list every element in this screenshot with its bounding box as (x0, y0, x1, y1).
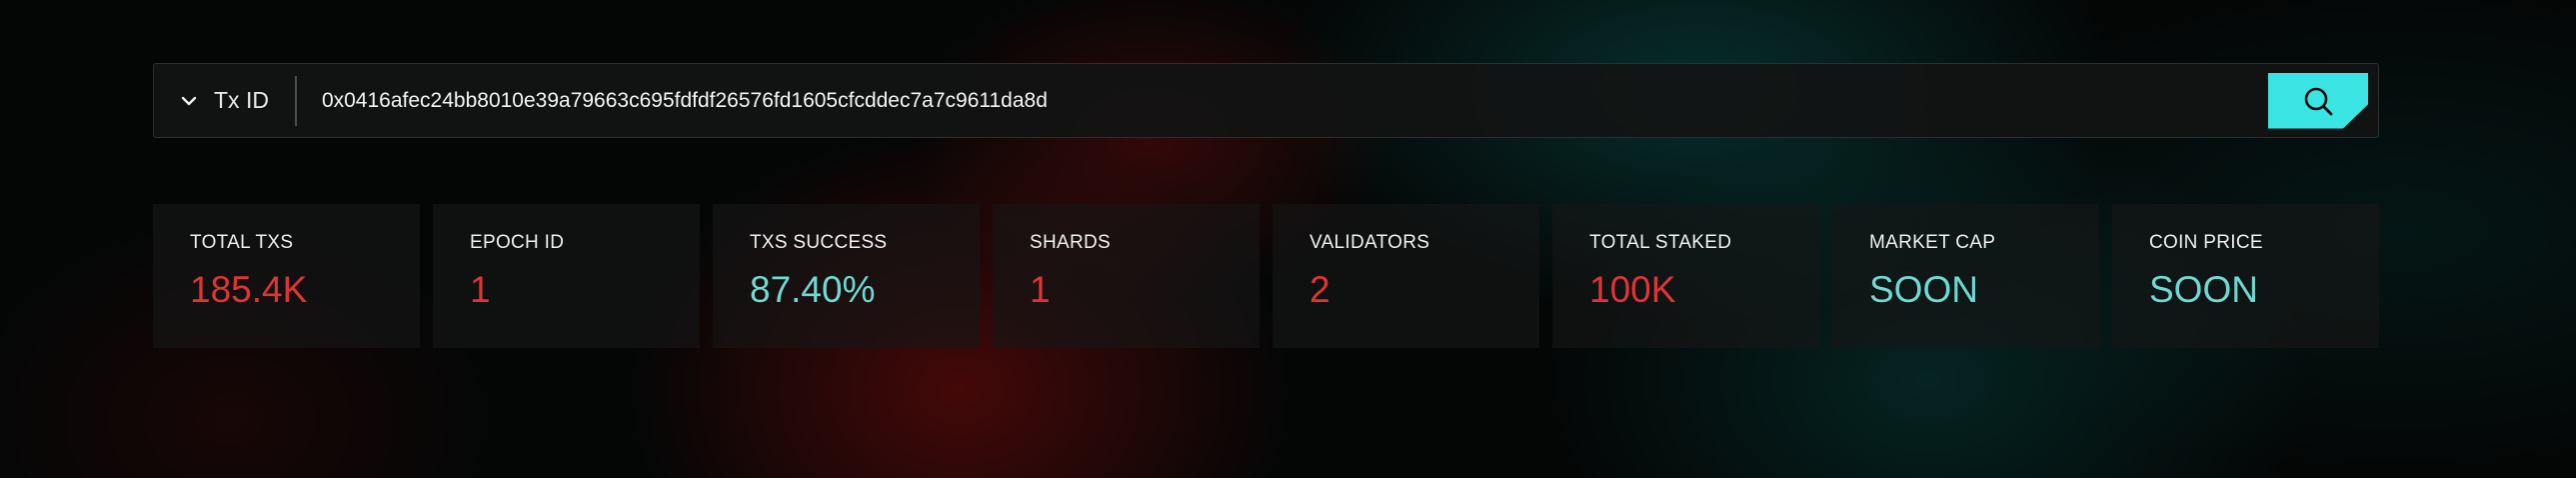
search-icon (2301, 84, 2335, 118)
stat-card-txs-success: TXS SUCCESS 87.40% (713, 204, 980, 348)
search-type-label: Tx ID (214, 87, 269, 113)
stat-value: 1 (470, 269, 491, 310)
stat-label: COIN PRICE (2149, 232, 2263, 253)
chevron-down-icon (178, 90, 200, 112)
stat-label: TOTAL TXS (190, 232, 294, 253)
search-type-select[interactable]: Tx ID (154, 64, 295, 137)
stat-value: SOON (1869, 269, 1978, 310)
tx-search-input[interactable] (296, 63, 2258, 138)
stat-value: 1 (1030, 269, 1051, 310)
stats-row: TOTAL TXS 185.4K EPOCH ID 1 TXS SUCCESS … (153, 204, 2379, 348)
stat-label: TXS SUCCESS (750, 232, 888, 253)
stat-label: SHARDS (1030, 232, 1111, 253)
stat-card-validators: VALIDATORS 2 (1273, 204, 1539, 348)
stat-value: 185.4K (190, 269, 308, 310)
stat-value: 87.40% (750, 269, 876, 310)
stat-card-market-cap: MARKET CAP SOON (1832, 204, 2099, 348)
stat-label: MARKET CAP (1869, 232, 1996, 253)
stat-card-coin-price: COIN PRICE SOON (2112, 204, 2379, 348)
stat-value: SOON (2149, 269, 2258, 310)
stat-label: TOTAL STAKED (1589, 232, 1732, 253)
stat-label: EPOCH ID (470, 232, 565, 253)
stat-value: 2 (1309, 269, 1330, 310)
stat-card-total-staked: TOTAL STAKED 100K (1552, 204, 1819, 348)
stat-card-shards: SHARDS 1 (993, 204, 1260, 348)
stat-label: VALIDATORS (1309, 232, 1430, 253)
stat-card-total-txs: TOTAL TXS 185.4K (153, 204, 420, 348)
stat-card-epoch-id: EPOCH ID 1 (433, 204, 700, 348)
stat-value: 100K (1589, 269, 1676, 310)
search-button[interactable] (2268, 72, 2368, 129)
search-bar: Tx ID (153, 63, 2379, 138)
